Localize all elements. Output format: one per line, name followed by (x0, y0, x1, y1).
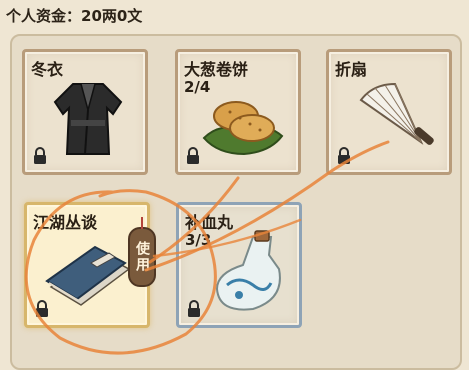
book-icon (45, 245, 131, 306)
lock-icon (187, 147, 199, 164)
use-button[interactable]: 使用 (128, 217, 156, 287)
potion-bottle-icon (215, 230, 281, 311)
inventory-slot-winter-coat[interactable]: 冬衣 (22, 49, 148, 175)
item-name: 江湖丛谈 (33, 213, 98, 232)
lock-icon (36, 300, 48, 317)
item-name: 折扇 (335, 60, 368, 79)
inventory-slot-potion[interactable]: 补血丸 3/3 (176, 202, 302, 328)
lock-icon (338, 147, 350, 164)
inventory-slot-folding-fan[interactable]: 折扇 (326, 49, 452, 175)
scallion-pancake-icon (202, 101, 284, 156)
lock-icon (34, 147, 46, 164)
folding-fan-icon (359, 82, 434, 145)
lock-icon (188, 300, 200, 317)
winter-coat-icon (53, 83, 123, 155)
inventory-slot-scallion-pancake[interactable]: 大葱卷饼 2/4 (175, 49, 301, 175)
item-name: 冬衣 (31, 60, 64, 79)
item-name: 大葱卷饼 (184, 60, 249, 79)
funds-display: 个人资金：20两0文 (6, 7, 143, 25)
